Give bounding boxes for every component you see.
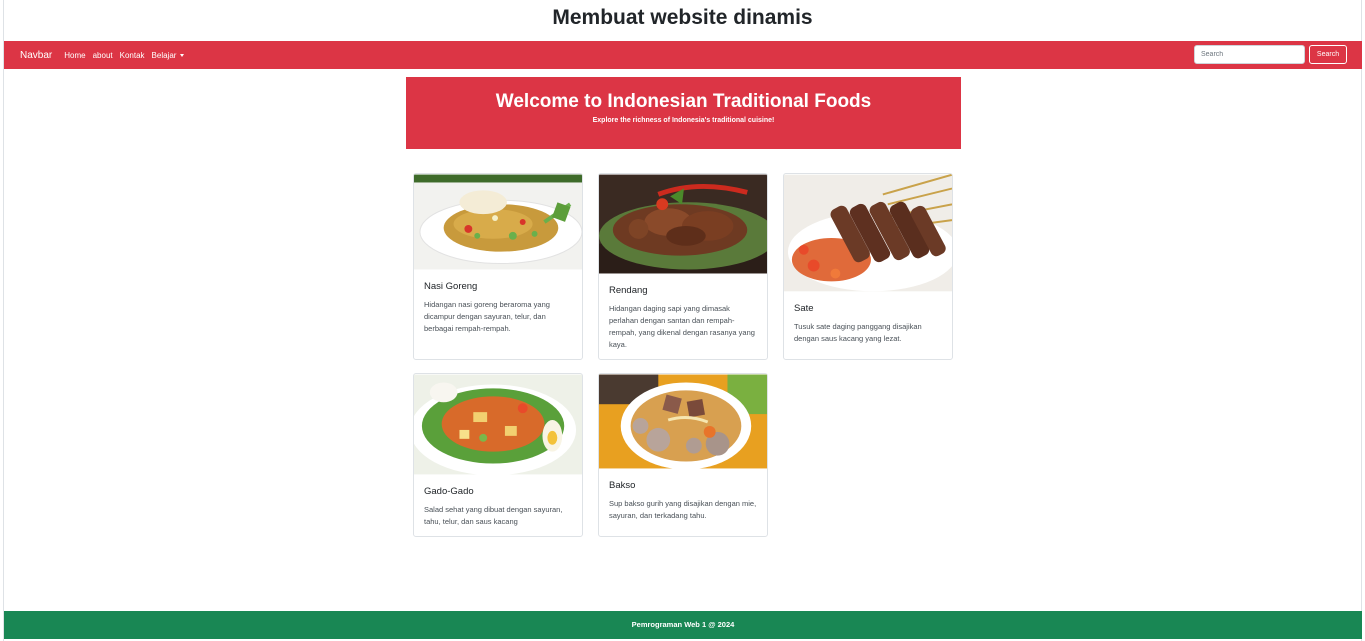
food-card-nasi-goreng: Nasi Goreng Hidangan nasi goreng berarom… — [413, 173, 583, 360]
caret-down-icon — [180, 53, 185, 57]
nasi-goreng-photo — [414, 174, 582, 270]
gado-gado-photo — [414, 374, 582, 475]
card-title: Rendang — [609, 285, 648, 296]
food-card-sate: Sate Tusuk sate daging panggang disajika… — [783, 173, 953, 360]
card-text: Hidangan nasi goreng beraroma yang dicam… — [424, 300, 550, 333]
card-title: Sate — [794, 303, 814, 314]
card-text: Salad sehat yang dibuat dengan sayuran, … — [424, 505, 563, 526]
sate-photo — [784, 174, 952, 292]
footer: Pemrograman Web 1 @ 2024 — [4, 611, 1362, 639]
nav-dropdown-belajar[interactable]: Belajar — [152, 51, 185, 60]
card-text: Sup bakso gurih yang disajikan dengan mi… — [609, 499, 757, 520]
hero-banner: Welcome to Indonesian Traditional Foods … — [406, 77, 961, 149]
nav-link-about[interactable]: about — [93, 51, 113, 60]
dropdown-label: Belajar — [151, 50, 177, 60]
card-title: Bakso — [609, 480, 636, 491]
nav-link-kontak[interactable]: Kontak — [120, 51, 145, 60]
search-button[interactable]: Search — [1309, 45, 1347, 64]
navbar: Navbar Home about Kontak Belajar Search — [4, 41, 1362, 69]
navbar-brand[interactable]: Navbar — [20, 50, 52, 61]
card-text: Tusuk sate daging panggang disajikan den… — [794, 322, 922, 343]
card-title: Nasi Goreng — [424, 281, 478, 292]
bakso-photo — [599, 374, 767, 469]
card-text: Hidangan daging sapi yang dimasak perlah… — [609, 304, 755, 349]
page-title: Membuat website dinamis — [552, 6, 813, 29]
hero-subtitle: Explore the richness of Indonesia's trad… — [592, 117, 775, 124]
nav-link-home[interactable]: Home — [64, 51, 85, 60]
hero-title: Welcome to Indonesian Traditional Foods — [495, 91, 872, 112]
search-input[interactable] — [1194, 45, 1305, 64]
food-card-bakso: Bakso Sup bakso gurih yang disajikan den… — [598, 373, 768, 537]
card-title: Gado-Gado — [424, 486, 474, 497]
food-card-gado-gado: Gado-Gado Salad sehat yang dibuat dengan… — [413, 373, 583, 537]
food-card-rendang: Rendang Hidangan daging sapi yang dimasa… — [598, 173, 768, 360]
rendang-photo — [599, 174, 767, 274]
